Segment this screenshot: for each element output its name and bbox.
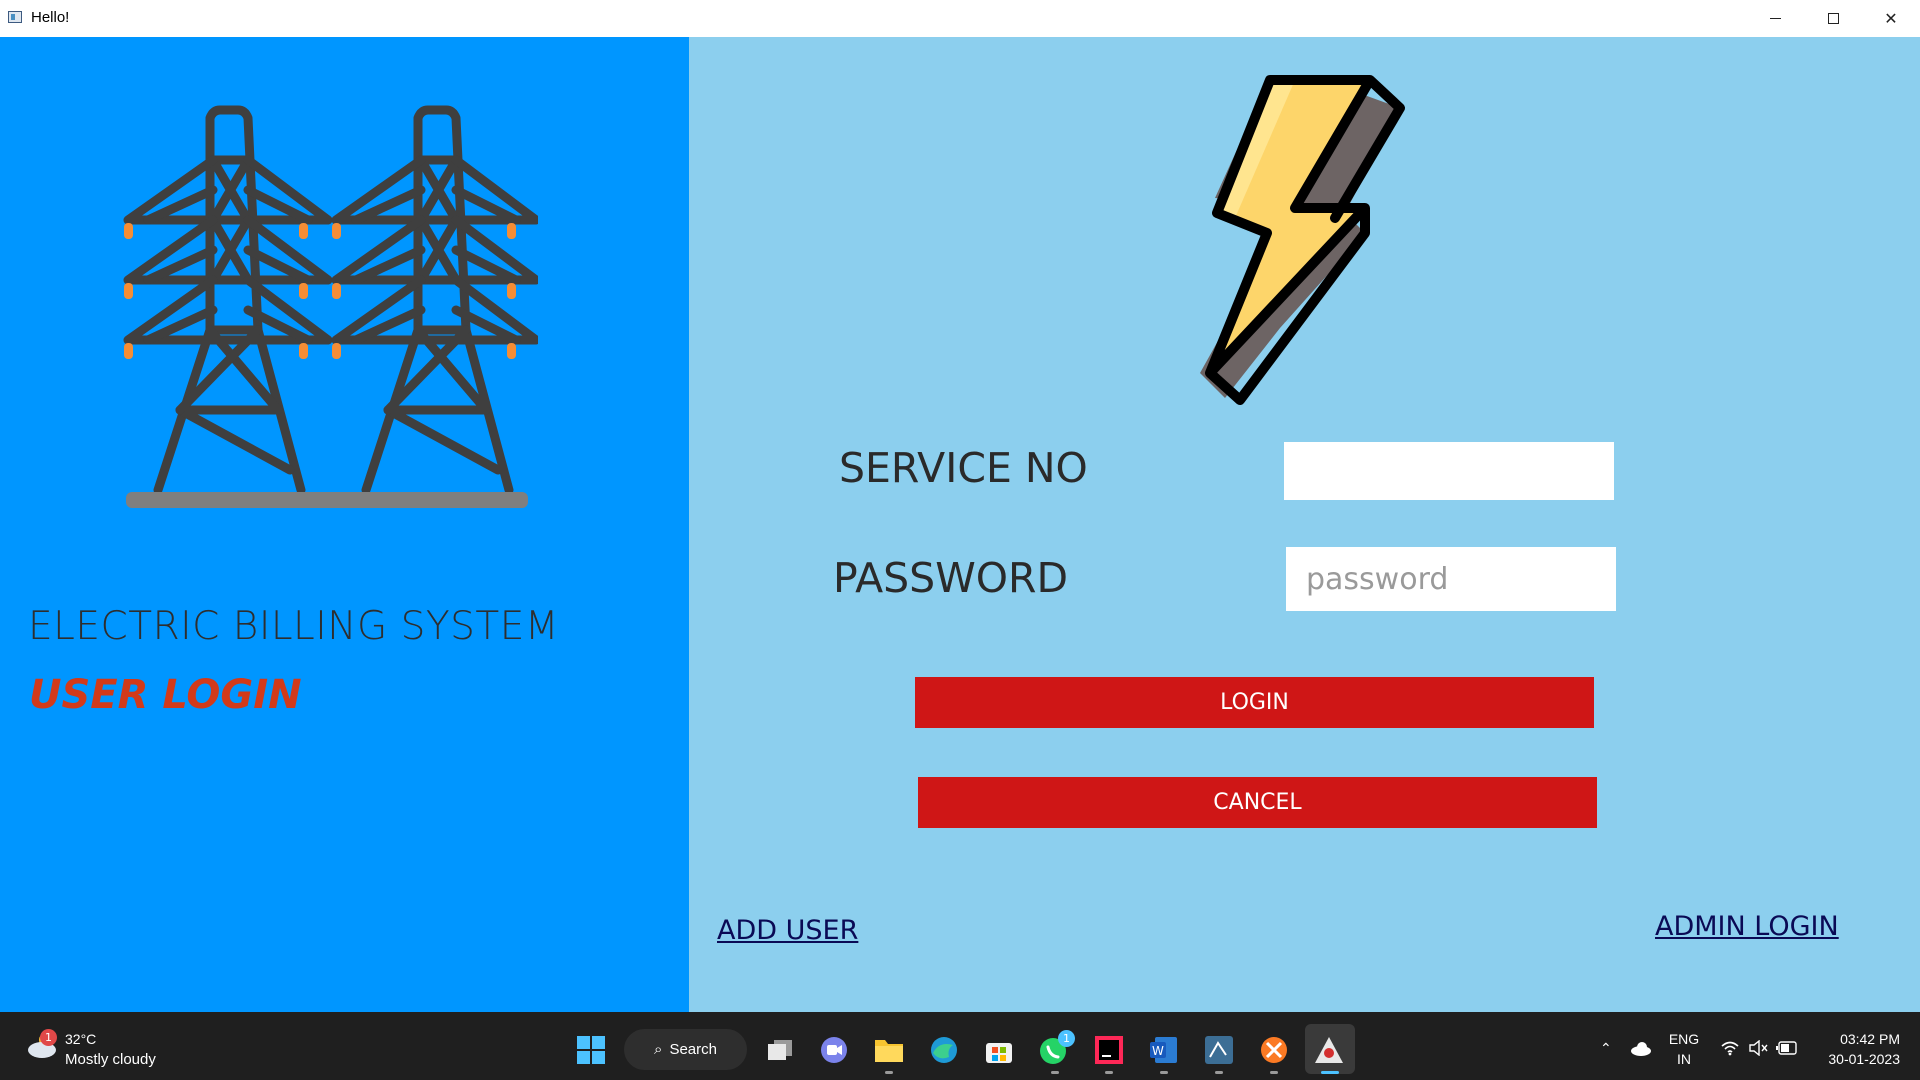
show-hidden-icons-chevron-icon[interactable]: ⌃: [1600, 1040, 1612, 1057]
clock-date[interactable]: 30-01-2023: [1815, 1051, 1900, 1067]
battery-icon[interactable]: [1776, 1041, 1798, 1055]
power-towers-illustration: [123, 105, 538, 508]
speaker-muted-icon[interactable]: [1748, 1040, 1768, 1056]
close-button[interactable]: ✕: [1862, 0, 1920, 37]
task-view-icon[interactable]: [764, 1034, 796, 1066]
minimize-icon: [1769, 17, 1781, 20]
close-icon: ✕: [1884, 9, 1898, 28]
title-bar: Hello! ✕: [0, 0, 1920, 37]
intellij-icon[interactable]: [1093, 1034, 1125, 1066]
admin-login-link[interactable]: ADMIN LOGIN: [1655, 911, 1839, 942]
mysql-workbench-icon[interactable]: [1203, 1034, 1235, 1066]
service-no-input[interactable]: [1284, 442, 1614, 500]
taskbar-search-button[interactable]: ⌕ Search: [624, 1029, 747, 1070]
weather-temperature[interactable]: 32°C: [65, 1031, 96, 1047]
language-indicator-top[interactable]: ENG: [1668, 1031, 1700, 1047]
java-app-running-indicator: [1321, 1071, 1339, 1074]
app-window-icon: [8, 11, 22, 23]
search-label: Search: [669, 1041, 717, 1058]
file-explorer-icon[interactable]: [873, 1034, 905, 1066]
intellij-running-indicator: [1105, 1071, 1113, 1074]
file-explorer-running-indicator: [885, 1071, 893, 1074]
weather-notification-badge: 1: [40, 1029, 57, 1046]
language-indicator-bottom[interactable]: IN: [1668, 1051, 1700, 1067]
maximize-button[interactable]: [1804, 0, 1862, 37]
maximize-icon: [1827, 13, 1839, 24]
whatsapp-running-indicator: [1051, 1071, 1059, 1074]
clock-time[interactable]: 03:42 PM: [1820, 1031, 1900, 1047]
edge-icon[interactable]: [928, 1034, 960, 1066]
lightning-bolt-icon: [1200, 75, 1405, 405]
weather-description[interactable]: Mostly cloudy: [65, 1051, 156, 1068]
system-title: ELECTRIC BILLING SYSTEM: [28, 604, 560, 649]
add-user-link[interactable]: ADD USER: [717, 915, 858, 946]
user-login-heading: USER LOGIN: [29, 672, 302, 718]
login-button[interactable]: LOGIN: [915, 677, 1594, 728]
svg-text:W: W: [1152, 1044, 1164, 1058]
service-no-label: SERVICE NO: [839, 444, 1088, 492]
search-icon: ⌕: [654, 1041, 663, 1058]
cancel-button[interactable]: CANCEL: [918, 777, 1597, 828]
teams-chat-icon[interactable]: [818, 1034, 850, 1066]
word-running-indicator: [1160, 1071, 1168, 1074]
start-icon[interactable]: [575, 1034, 607, 1066]
password-label: PASSWORD: [833, 554, 1069, 602]
wifi-icon[interactable]: [1720, 1040, 1740, 1056]
mysql-workbench-running-indicator: [1215, 1071, 1223, 1074]
password-input[interactable]: [1286, 547, 1616, 611]
xampp-running-indicator: [1270, 1071, 1278, 1074]
minimize-button[interactable]: [1746, 0, 1804, 37]
java-app-icon[interactable]: [1313, 1034, 1345, 1066]
store-icon[interactable]: [983, 1034, 1015, 1066]
window-title: Hello!: [31, 9, 70, 26]
whatsapp-notification-badge: 1: [1058, 1030, 1075, 1047]
word-icon[interactable]: W: [1148, 1034, 1180, 1066]
onedrive-cloud-icon[interactable]: [1630, 1041, 1652, 1057]
xampp-icon[interactable]: [1258, 1034, 1290, 1066]
